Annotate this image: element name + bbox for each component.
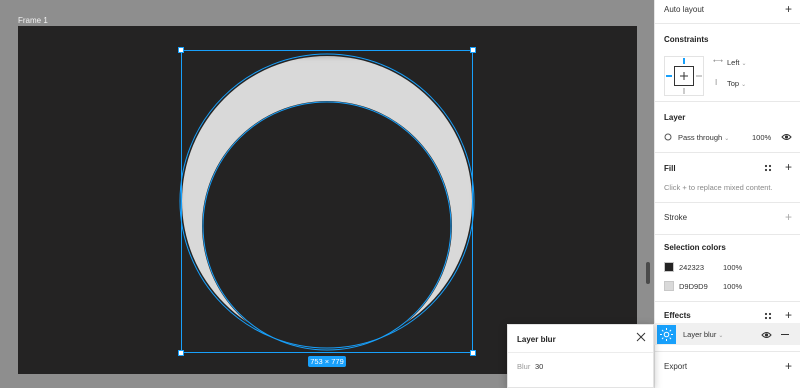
blur-input[interactable]: 30 xyxy=(535,362,543,371)
color-hex[interactable]: 242323 xyxy=(679,263,704,272)
chevron-down-icon: ⌄ xyxy=(741,82,747,88)
chevron-down-icon: ⌄ xyxy=(718,333,724,339)
frame-canvas[interactable] xyxy=(18,26,637,374)
export-section: Export + xyxy=(655,351,800,388)
color-hex[interactable]: D9D9D9 xyxy=(679,282,708,291)
color-swatch[interactable] xyxy=(664,262,674,272)
layer-title: Layer xyxy=(664,113,686,122)
vertical-constraint-icon: I xyxy=(715,78,718,87)
vertical-constraint-value: Top xyxy=(727,79,740,88)
add-export-button[interactable]: + xyxy=(785,360,792,372)
selection-colors-section: Selection colors 242323 100% D9D9D9 100% xyxy=(655,234,800,301)
blur-label: Blur xyxy=(517,362,531,371)
layer-opacity-input[interactable]: 100% xyxy=(752,133,771,142)
eye-icon[interactable] xyxy=(781,133,792,141)
stroke-section: Stroke + xyxy=(655,202,800,234)
constraints-title: Constraints xyxy=(664,35,709,44)
constraints-section: Constraints ⟷ Left ⌄ I Top ⌄ xyxy=(655,23,800,101)
chevron-down-icon: ⌄ xyxy=(724,136,730,142)
add-stroke-button[interactable]: + xyxy=(785,211,792,223)
selection-colors-title: Selection colors xyxy=(664,243,726,252)
effects-title: Effects xyxy=(664,311,691,320)
popup-title: Layer blur xyxy=(517,335,556,344)
auto-layout-title: Auto layout xyxy=(664,5,705,14)
blurred-crescent-artwork[interactable] xyxy=(18,26,637,374)
styles-grid-icon[interactable] xyxy=(764,164,772,172)
fill-title: Fill xyxy=(664,164,676,173)
horizontal-constraint-value: Left xyxy=(727,58,740,67)
effect-type-dropdown[interactable]: Layer blur ⌄ xyxy=(683,330,723,339)
remove-effect-button[interactable] xyxy=(781,334,789,335)
auto-layout-section: Auto layout + xyxy=(655,0,800,22)
frame-label[interactable]: Frame 1 xyxy=(18,16,48,25)
canvas-scrollbar[interactable] xyxy=(646,262,650,284)
styles-grid-icon[interactable] xyxy=(764,312,772,320)
horizontal-constraint-dropdown[interactable]: Left ⌄ xyxy=(727,58,747,67)
horizontal-constraint-icon: ⟷ xyxy=(713,58,724,65)
sun-icon xyxy=(660,328,673,341)
constraints-widget[interactable] xyxy=(664,56,704,96)
vertical-constraint-dropdown[interactable]: Top ⌄ xyxy=(727,79,746,88)
color-opacity[interactable]: 100% xyxy=(723,282,742,291)
fill-section: Fill + Click + to replace mixed content. xyxy=(655,152,800,202)
blend-mode-dropdown[interactable]: Pass through ⌄ xyxy=(678,133,729,142)
export-title: Export xyxy=(664,362,688,371)
effect-type-value: Layer blur xyxy=(683,330,717,339)
stroke-title: Stroke xyxy=(664,213,688,222)
close-icon[interactable] xyxy=(636,332,646,342)
add-fill-button[interactable]: + xyxy=(785,161,792,173)
layer-section: Layer Pass through ⌄ 100% xyxy=(655,101,800,152)
color-swatch[interactable] xyxy=(664,281,674,291)
blend-mode-value: Pass through xyxy=(678,133,723,142)
chevron-down-icon: ⌄ xyxy=(741,61,747,67)
crescent-shape xyxy=(175,52,480,352)
fill-hint: Click + to replace mixed content. xyxy=(664,183,773,192)
add-effect-button[interactable]: + xyxy=(785,309,792,321)
effect-settings-button[interactable] xyxy=(657,325,676,344)
dimensions-badge: 753 × 779 xyxy=(308,356,346,367)
add-auto-layout-button[interactable]: + xyxy=(785,3,792,15)
blend-mode-icon xyxy=(664,133,672,141)
color-opacity[interactable]: 100% xyxy=(723,263,742,272)
popup-divider xyxy=(508,352,653,353)
eye-icon[interactable] xyxy=(761,331,772,339)
layer-blur-popup: Layer blur Blur 30 xyxy=(507,324,654,388)
